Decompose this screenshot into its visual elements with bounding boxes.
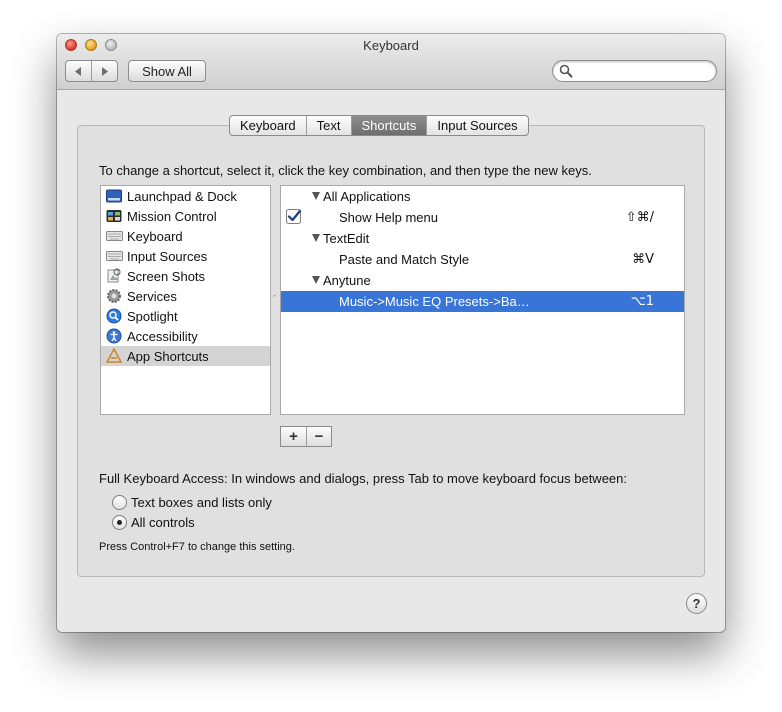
shortcut-row-paste-and-match-style[interactable]: Paste and Match Style ⌘V [281, 249, 684, 270]
mission-control-icon [105, 208, 123, 224]
shortcut-keys[interactable]: ⌘V [632, 252, 654, 267]
search-field[interactable] [552, 60, 717, 82]
disclosure-triangle-icon[interactable] [312, 276, 320, 284]
screenshot-icon [105, 268, 123, 284]
forward-button[interactable] [91, 61, 117, 81]
category-item-screen-shots[interactable]: Screen Shots [101, 266, 270, 286]
category-item-accessibility[interactable]: Accessibility [101, 326, 270, 346]
add-shortcut-button[interactable]: + [281, 427, 306, 446]
radio-button[interactable] [112, 515, 127, 530]
tab-bar: Keyboard Text Shortcuts Input Sources [229, 115, 529, 136]
input-sources-icon [105, 248, 123, 264]
app-store-icon [105, 348, 123, 364]
category-item-input-sources[interactable]: Input Sources [101, 246, 270, 266]
add-remove-buttons: + − [280, 426, 332, 447]
category-item-mission-control[interactable]: Mission Control [101, 206, 270, 226]
back-button[interactable] [66, 61, 91, 81]
back-forward-control [65, 60, 118, 82]
shortcut-row-music-eq-presets[interactable]: Music->Music EQ Presets->Ba… ⌥1 [281, 291, 684, 312]
radio-text-boxes-and-lists[interactable]: Text boxes and lists only [112, 495, 272, 510]
radio-all-controls[interactable]: All controls [112, 515, 195, 530]
shortcut-keys[interactable]: ⌥1 [631, 294, 654, 309]
help-button[interactable]: ? [686, 593, 707, 614]
instruction-text: To change a shortcut, select it, click t… [99, 163, 592, 178]
category-list[interactable]: Launchpad & Dock Mission Control Keyboar… [100, 185, 271, 415]
gear-icon [105, 288, 123, 304]
category-item-launchpad-dock[interactable]: Launchpad & Dock [101, 186, 270, 206]
show-all-button[interactable]: Show All [128, 60, 206, 82]
disclosure-triangle-icon[interactable] [312, 192, 320, 200]
window-title: Keyboard [363, 38, 419, 53]
radio-button[interactable] [112, 495, 127, 510]
category-item-app-shortcuts[interactable]: App Shortcuts [101, 346, 270, 366]
tab-keyboard[interactable]: Keyboard [230, 116, 306, 135]
remove-shortcut-button[interactable]: − [306, 427, 331, 446]
accessibility-icon [105, 328, 123, 344]
search-icon [559, 64, 573, 78]
tab-input-sources[interactable]: Input Sources [426, 116, 527, 135]
disclosure-triangle-icon[interactable] [312, 234, 320, 242]
group-row-anytune[interactable]: Anytune [281, 270, 684, 291]
category-item-services[interactable]: Services [101, 286, 270, 306]
group-row-textedit[interactable]: TextEdit [281, 228, 684, 249]
full-keyboard-access-label: Full Keyboard Access: In windows and dia… [99, 471, 627, 486]
title-bar: Keyboard Show All [57, 34, 725, 90]
spotlight-icon [105, 308, 123, 324]
keyboard-preferences-window: Keyboard Show All Keyboard Text Shortcut… [57, 34, 725, 632]
launchpad-icon [105, 188, 123, 204]
group-row-all-applications[interactable]: All Applications [281, 186, 684, 207]
category-item-keyboard[interactable]: Keyboard [101, 226, 270, 246]
chevron-left-icon [75, 66, 81, 76]
shortcut-row-show-help-menu[interactable]: Show Help menu ⇧⌘/ [281, 207, 684, 228]
category-item-spotlight[interactable]: Spotlight [101, 306, 270, 326]
shortcuts-list[interactable]: All Applications Show Help menu ⇧⌘/ Text… [280, 185, 685, 415]
keyboard-icon [105, 228, 123, 244]
hint-text: Press Control+F7 to change this setting. [99, 541, 295, 553]
search-input[interactable] [575, 63, 710, 79]
checkbox-checked-icon[interactable] [286, 209, 302, 225]
chevron-right-icon [102, 66, 108, 76]
shortcut-keys[interactable]: ⇧⌘/ [626, 210, 654, 225]
split-view-handle[interactable]: ˆ [273, 294, 276, 304]
tab-shortcuts[interactable]: Shortcuts [350, 116, 427, 135]
tab-text[interactable]: Text [305, 116, 351, 135]
